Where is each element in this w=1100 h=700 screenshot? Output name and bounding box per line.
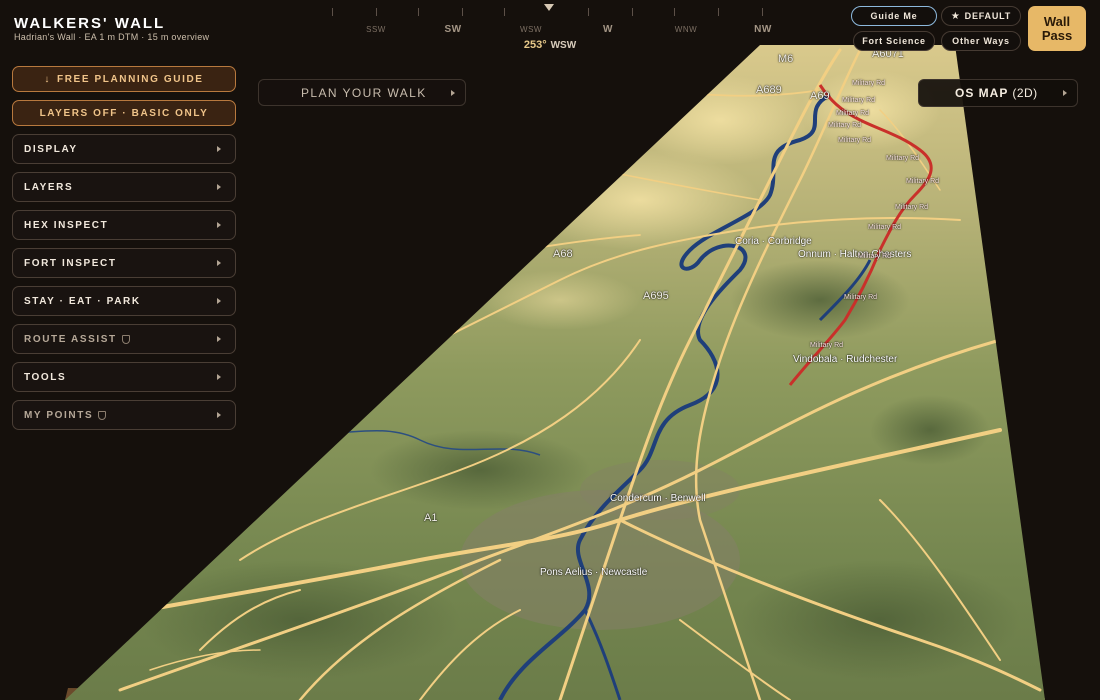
fort-science-button[interactable]: Fort Science (853, 31, 935, 51)
military-rd-label: Military Rd (810, 342, 844, 349)
road-label-a695: A695 (643, 290, 669, 302)
free-planning-guide-button[interactable]: ↓ FREE PLANNING GUIDE (12, 66, 236, 92)
guide-me-button[interactable]: Guide Me (851, 6, 937, 26)
compass-label-sw: SW (444, 24, 462, 35)
military-rd-label: Military Rd (828, 122, 862, 129)
free-planning-guide-label: FREE PLANNING GUIDE (57, 73, 204, 85)
compass-label-wnw: WNW (674, 25, 698, 34)
compass-tick (376, 8, 377, 16)
military-rd-label: Military Rd (836, 110, 870, 117)
guide-me-label: Guide Me (870, 11, 918, 21)
chevron-right-icon (217, 298, 221, 304)
compass-label-ssw: SSW (366, 25, 386, 34)
compass-tick (674, 8, 675, 16)
compass-tick (762, 8, 763, 16)
chevron-right-icon (217, 336, 221, 342)
place-label-benwell[interactable]: Condercum · Benwell (610, 493, 706, 504)
compass-tick (418, 8, 419, 16)
compass-heading-direction: WSW (550, 40, 577, 51)
menu-tools[interactable]: TOOLS (12, 362, 236, 392)
chevron-right-icon (217, 260, 221, 266)
chevron-right-icon (217, 184, 221, 190)
menu-route-assist-label: ROUTE ASSIST (24, 333, 117, 345)
road-label-a69: A69 (810, 90, 830, 102)
menu-fort-inspect[interactable]: FORT INSPECT (12, 248, 236, 278)
military-rd-label: Military Rd (842, 97, 876, 104)
menu-layers[interactable]: LAYERS (12, 172, 236, 202)
menu-stay-eat-park-label: STAY · EAT · PARK (24, 295, 141, 307)
compass-label-wsw: WSW (520, 25, 542, 34)
chevron-right-icon (217, 146, 221, 152)
os-map-2d-button[interactable]: OS MAP (2D) (918, 79, 1078, 107)
menu-display-label: DISPLAY (24, 143, 78, 155)
os-map-label: OS MAP (955, 86, 1009, 100)
menu-my-points-label: MY POINTS (24, 409, 94, 421)
military-rd-label: Military Rd (868, 224, 902, 231)
place-label-newcastle[interactable]: Pons Aelius · Newcastle (540, 567, 647, 578)
download-arrow-icon: ↓ (44, 73, 52, 85)
compass-strip[interactable]: SSW SW WSW W WNW NW 253° WSW (332, 0, 782, 55)
layers-off-button[interactable]: LAYERS OFF · BASIC ONLY (12, 100, 236, 126)
plan-your-walk-button[interactable]: PLAN YOUR WALK (258, 79, 466, 106)
place-label-rudchester[interactable]: Vindobala · Rudchester (793, 354, 897, 365)
layers-off-label: LAYERS OFF · BASIC ONLY (39, 107, 209, 119)
compass-pointer-icon (544, 4, 554, 11)
menu-route-assist[interactable]: ROUTE ASSIST (12, 324, 236, 354)
wall-pass-line1: Wall (1043, 13, 1071, 29)
app-title: WALKERS' WALL (14, 15, 166, 32)
compass-heading: 253° WSW (524, 39, 576, 51)
compass-label-nw: NW (754, 24, 772, 35)
compass-heading-degrees: 253° (523, 39, 547, 51)
road-label-a689: A689 (756, 84, 782, 96)
os-map-sub-label: (2D) (1012, 86, 1038, 100)
compass-tick (462, 8, 463, 16)
military-rd-label: Military Rd (886, 155, 920, 162)
place-label-halton-chesters[interactable]: Onnum · Halton Chesters (798, 249, 911, 260)
fort-science-label: Fort Science (862, 36, 926, 46)
other-ways-button[interactable]: Other Ways (941, 31, 1021, 51)
compass-label-w: W (603, 24, 613, 35)
menu-tools-label: TOOLS (24, 371, 67, 383)
military-rd-label: Military Rd (844, 294, 878, 301)
compass-tick (504, 8, 505, 16)
shield-icon (98, 410, 107, 420)
menu-layers-label: LAYERS (24, 181, 74, 193)
default-view-label: DEFAULT (964, 11, 1012, 21)
compass-tick (588, 8, 589, 16)
shield-icon (121, 334, 130, 344)
left-sidebar: ↓ FREE PLANNING GUIDE LAYERS OFF · BASIC… (12, 66, 236, 438)
compass-tick (332, 8, 333, 16)
menu-hex-inspect[interactable]: HEX INSPECT (12, 210, 236, 240)
road-label-a1: A1 (424, 512, 438, 524)
military-rd-label: Military Rd (858, 253, 892, 260)
military-rd-label: Military Rd (838, 137, 872, 144)
menu-display[interactable]: DISPLAY (12, 134, 236, 164)
military-rd-label: Military Rd (906, 178, 940, 185)
chevron-right-icon (217, 374, 221, 380)
military-rd-label: Military Rd (895, 204, 929, 211)
road-label-a68: A68 (553, 248, 573, 260)
compass-tick (632, 8, 633, 16)
default-view-button[interactable]: ★ DEFAULT (941, 6, 1021, 26)
chevron-right-icon (1063, 90, 1067, 96)
wall-pass-button[interactable]: Wall Pass (1028, 6, 1086, 51)
menu-my-points[interactable]: MY POINTS (12, 400, 236, 430)
menu-hex-inspect-label: HEX INSPECT (24, 219, 109, 231)
other-ways-label: Other Ways (952, 36, 1010, 46)
app-subtitle: Hadrian's Wall · EA 1 m DTM · 15 m overv… (14, 32, 210, 42)
compass-tick (718, 8, 719, 16)
chevron-right-icon (217, 412, 221, 418)
menu-fort-inspect-label: FORT INSPECT (24, 257, 117, 269)
plan-your-walk-label: PLAN YOUR WALK (301, 85, 427, 100)
chevron-right-icon (451, 89, 455, 96)
chevron-right-icon (217, 222, 221, 228)
place-label-corbridge[interactable]: Coria · Corbridge (735, 236, 812, 247)
wall-pass-line2: Pass (1041, 27, 1073, 43)
star-icon: ★ (950, 10, 961, 22)
menu-stay-eat-park[interactable]: STAY · EAT · PARK (12, 286, 236, 316)
military-rd-label: Military Rd (852, 80, 886, 87)
